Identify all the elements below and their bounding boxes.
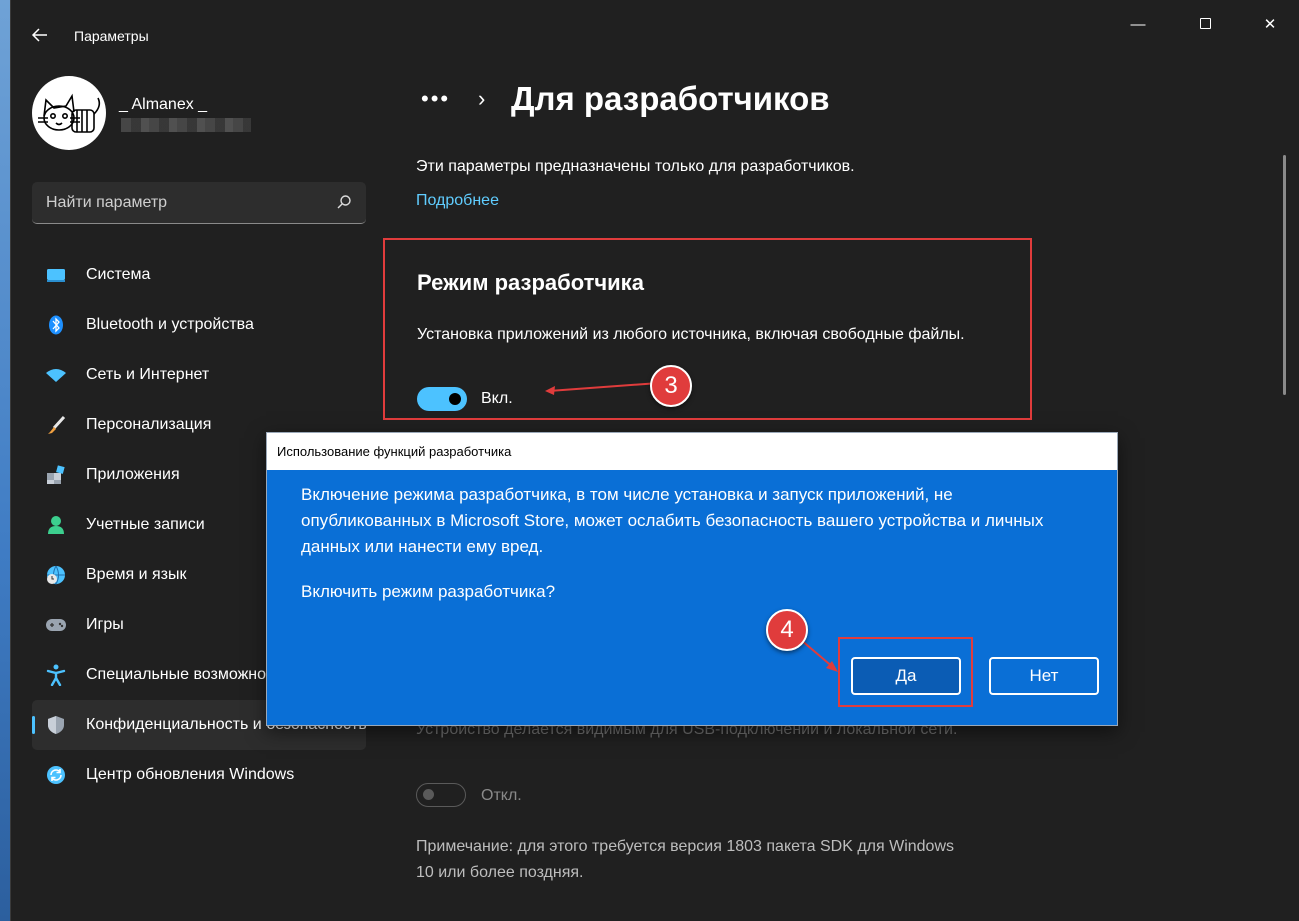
developer-mode-title: Режим разработчика	[417, 270, 644, 295]
gamepad-icon	[45, 614, 67, 636]
sidebar-item-label: Bluetooth и устройства	[86, 316, 254, 333]
scrollbar[interactable]	[1283, 155, 1286, 395]
yes-button[interactable]: Да	[851, 657, 961, 695]
developer-mode-toggle[interactable]	[417, 387, 467, 411]
sidebar-item-bluetooth[interactable]: Bluetooth и устройства	[32, 300, 366, 350]
sidebar-item-label: Сеть и Интернет	[86, 366, 210, 383]
user-name: _ Almanex _	[119, 96, 208, 113]
step-4-badge: 4	[766, 609, 808, 651]
chevron-right-icon: ›	[478, 86, 486, 111]
page-title: Для разработчиков	[511, 80, 830, 117]
sidebar-item-label: Время и язык	[86, 566, 187, 583]
sidebar-item-label: Специальные возможности	[86, 666, 291, 683]
dialog-message: Включение режима разработчика, в том чис…	[301, 485, 1044, 556]
close-button[interactable]: ✕	[1259, 14, 1281, 36]
update-icon	[45, 764, 67, 786]
sidebar-item-system[interactable]: Система	[32, 250, 366, 300]
sidebar-item-label: Приложения	[86, 466, 180, 483]
developer-mode-description: Установка приложений из любого источника…	[417, 326, 965, 343]
shield-icon	[45, 714, 67, 736]
account-icon	[45, 514, 67, 536]
sidebar-item-label: Учетные записи	[86, 516, 205, 533]
back-arrow-icon[interactable]	[31, 26, 53, 48]
wifi-icon	[45, 364, 67, 386]
minimize-button[interactable]: —	[1127, 14, 1149, 36]
search-icon[interactable]	[336, 194, 352, 210]
globe-clock-icon	[45, 564, 67, 586]
bluetooth-icon	[45, 314, 67, 336]
toggle-knob	[423, 789, 434, 800]
breadcrumb-more-button[interactable]: •••	[421, 86, 450, 112]
no-button[interactable]: Нет	[989, 657, 1099, 695]
developer-mode-section: Режим разработчика Установка приложений …	[383, 238, 1032, 420]
dialog-title-bar: Использование функций разработчика	[267, 433, 1117, 470]
maximize-icon	[1199, 18, 1211, 29]
apps-icon	[45, 464, 67, 486]
avatar[interactable]	[32, 76, 106, 150]
device-discovery-toggle[interactable]	[416, 783, 466, 807]
maximize-button[interactable]	[1194, 14, 1216, 36]
developer-mode-dialog: Использование функций разработчика Включ…	[266, 432, 1118, 726]
accessibility-icon	[45, 664, 67, 686]
sidebar-item-label: Центр обновления Windows	[86, 766, 295, 783]
app-title: Параметры	[74, 28, 149, 44]
device-discovery-state: Откл.	[481, 787, 522, 804]
sidebar-item-windows-update[interactable]: Центр обновления Windows	[32, 750, 366, 800]
sidebar-item-label: Персонализация	[86, 416, 212, 433]
dialog-title: Использование функций разработчика	[277, 444, 512, 459]
sidebar-item-label: Игры	[86, 616, 124, 633]
system-icon	[45, 264, 67, 286]
dialog-question: Включить режим разработчика?	[301, 582, 556, 601]
toggle-knob	[449, 393, 461, 405]
search-input[interactable]	[46, 192, 326, 214]
title-bar: Параметры — ✕	[11, 0, 1299, 72]
search-box[interactable]	[32, 182, 366, 224]
annotation-arrow	[545, 382, 660, 395]
step-3-badge: 3	[650, 365, 692, 407]
brush-icon	[45, 414, 67, 436]
sidebar-item-label: Система	[86, 266, 151, 283]
page-description: Эти параметры предназначены только для р…	[416, 158, 855, 175]
sidebar-item-network[interactable]: Сеть и Интернет	[32, 350, 366, 400]
learn-more-link[interactable]: Подробнее	[416, 192, 499, 210]
cat-avatar-icon	[38, 93, 101, 133]
user-email-redacted	[121, 118, 251, 132]
developer-mode-state: Вкл.	[481, 390, 513, 407]
sdk-note: Примечание: для этого требуется версия 1…	[416, 838, 955, 881]
